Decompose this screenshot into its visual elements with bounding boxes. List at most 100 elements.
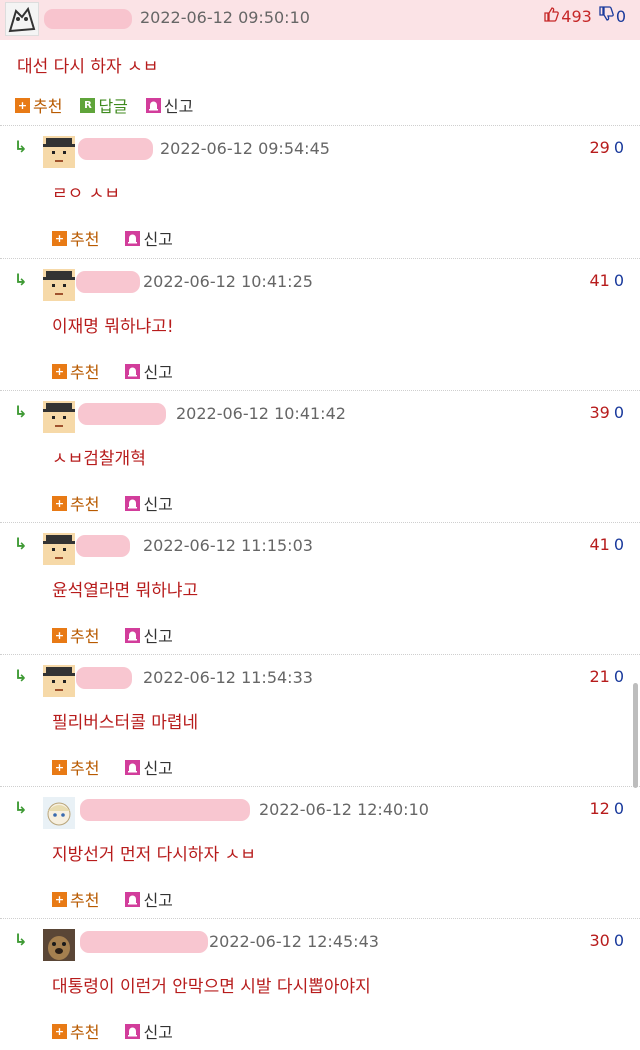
report-label: 신고	[143, 230, 173, 249]
upvote-count[interactable]: 39	[589, 403, 609, 422]
comment-item: ↳ 2022-06-12 12:45:43 30 0 대통령이 이런거 안막으면 시발 …	[0, 918, 640, 1050]
upvote-count[interactable]: 41	[589, 271, 609, 290]
report-label: 신고	[143, 627, 173, 646]
plus-icon: +	[15, 97, 30, 113]
comment-actions: + 추천 신고	[52, 887, 191, 911]
reply-arrow-icon: ↳	[14, 930, 28, 949]
scrollbar[interactable]	[633, 683, 638, 788]
siren-icon	[125, 891, 141, 907]
recommend-button[interactable]: + 추천	[15, 93, 62, 117]
plus-icon: +	[52, 363, 67, 379]
author-name-redacted	[76, 667, 132, 689]
thumbs-up-icon[interactable]	[543, 6, 560, 26]
report-button[interactable]: 신고	[125, 755, 173, 779]
comment-actions: + 추천 신고	[52, 359, 191, 383]
post-timestamp: 2022-06-12 09:50:10	[140, 8, 310, 27]
comment-item: ↳ 2022-06-12 09:54:45 29 0 ㄹㅇ ㅅㅂ + 추천 신고	[0, 125, 640, 257]
reply-arrow-icon: ↳	[14, 534, 28, 553]
comment-actions: + 추천 신고	[52, 1019, 191, 1043]
thumbs-down-icon[interactable]	[598, 6, 614, 26]
downvote-count[interactable]: 0	[614, 931, 624, 950]
comment-votes: 39 0	[589, 403, 624, 422]
plus-icon: +	[52, 627, 67, 643]
post-actions: + 추천 R 답글 신고	[15, 93, 211, 117]
avatar[interactable]	[5, 2, 39, 36]
avatar[interactable]	[43, 401, 75, 433]
recommend-button[interactable]: + 추천	[52, 755, 99, 779]
reply-arrow-icon: ↳	[14, 270, 28, 289]
reply-label: 답글	[98, 97, 128, 116]
comment-timestamp: 2022-06-12 11:15:03	[143, 536, 313, 555]
plus-icon: +	[52, 1023, 67, 1039]
recommend-label: 추천	[70, 363, 100, 382]
upvote-count[interactable]: 30	[589, 931, 609, 950]
report-button[interactable]: 신고	[125, 359, 173, 383]
avatar[interactable]	[43, 533, 75, 565]
author-name-redacted	[78, 403, 166, 425]
author-name-redacted	[76, 271, 140, 293]
report-label: 신고	[143, 759, 173, 778]
recommend-button[interactable]: + 추천	[52, 226, 99, 250]
upvote-count[interactable]: 21	[589, 667, 609, 686]
recommend-button[interactable]: + 추천	[52, 887, 99, 911]
comment-body: 지방선거 먼저 다시하자 ㅅㅂ	[52, 845, 256, 865]
post-body: 대선 다시 하자 ㅅㅂ	[17, 57, 159, 77]
comment-timestamp: 2022-06-12 10:41:42	[176, 404, 346, 423]
recommend-button[interactable]: + 추천	[52, 359, 99, 383]
avatar[interactable]	[43, 136, 75, 168]
report-button[interactable]: 신고	[145, 93, 193, 117]
avatar[interactable]	[43, 797, 75, 829]
comment-item: ↳ 2022-06-12 10:41:42 39 0 ㅅㅂ검찰개혁 + 추천 신고	[0, 390, 640, 522]
downvote-count[interactable]: 0	[614, 799, 624, 818]
report-button[interactable]: 신고	[125, 887, 173, 911]
upvote-count[interactable]: 12	[589, 799, 609, 818]
comment-timestamp: 2022-06-12 09:54:45	[160, 139, 330, 158]
recommend-label: 추천	[70, 230, 100, 249]
downvote-count[interactable]: 0	[614, 535, 624, 554]
comment-votes: 12 0	[589, 799, 624, 818]
recommend-button[interactable]: + 추천	[52, 491, 99, 515]
comment-actions: + 추천 신고	[52, 755, 191, 779]
plus-icon: +	[52, 759, 67, 775]
avatar[interactable]	[43, 269, 75, 301]
downvote-count[interactable]: 0	[614, 667, 624, 686]
siren-icon	[125, 495, 141, 511]
comment-votes: 41 0	[589, 535, 624, 554]
comment-body: ㄹㅇ ㅅㅂ	[52, 184, 120, 204]
upvote-count[interactable]: 29	[589, 138, 609, 157]
avatar[interactable]	[43, 665, 75, 697]
comment-item: ↳ 2022-06-12 11:15:03 41 0 윤석열라면 뭐하냐고 + 추천 신고	[0, 522, 640, 654]
plus-icon: +	[52, 891, 67, 907]
post-votes: 493 0	[543, 6, 626, 26]
downvote-count: 0	[615, 6, 626, 26]
comment-item: ↳ 2022-06-12 10:41:25 41 0 이재명 뭐하냐고! + 추천 신고	[0, 258, 640, 390]
comment-votes: 30 0	[589, 931, 624, 950]
report-label: 신고	[143, 495, 173, 514]
downvote-count[interactable]: 0	[614, 271, 624, 290]
comment-item: ↳ 2022-06-12 12:40:10 12 0 지방선거 먼저 다시하자 ㅅㅂ + 추…	[0, 786, 640, 918]
comment-body: 이재명 뭐하냐고!	[52, 317, 174, 337]
comment-actions: + 추천 신고	[52, 226, 191, 250]
report-button[interactable]: 신고	[125, 623, 173, 647]
reply-icon: R	[80, 97, 96, 113]
upvote-count[interactable]: 41	[589, 535, 609, 554]
author-name-redacted	[76, 535, 130, 557]
recommend-label: 추천	[70, 759, 100, 778]
report-button[interactable]: 신고	[125, 226, 173, 250]
recommend-button[interactable]: + 추천	[52, 1019, 99, 1043]
author-name-redacted	[80, 931, 208, 953]
comment-body: 윤석열라면 뭐하냐고	[52, 581, 199, 601]
recommend-button[interactable]: + 추천	[52, 623, 99, 647]
siren-icon	[145, 97, 161, 113]
siren-icon	[125, 363, 141, 379]
comment-timestamp: 2022-06-12 10:41:25	[143, 272, 313, 291]
downvote-count[interactable]: 0	[614, 138, 624, 157]
reply-arrow-icon: ↳	[14, 402, 28, 421]
comment-item: ↳ 2022-06-12 11:54:33 21 0 필리버스터콜 마렵네 + 추천 신고	[0, 654, 640, 786]
upvote-count: 493	[561, 6, 592, 26]
avatar[interactable]	[43, 929, 75, 961]
report-button[interactable]: 신고	[125, 1019, 173, 1043]
downvote-count[interactable]: 0	[614, 403, 624, 422]
reply-button[interactable]: R 답글	[80, 93, 128, 117]
report-button[interactable]: 신고	[125, 491, 173, 515]
